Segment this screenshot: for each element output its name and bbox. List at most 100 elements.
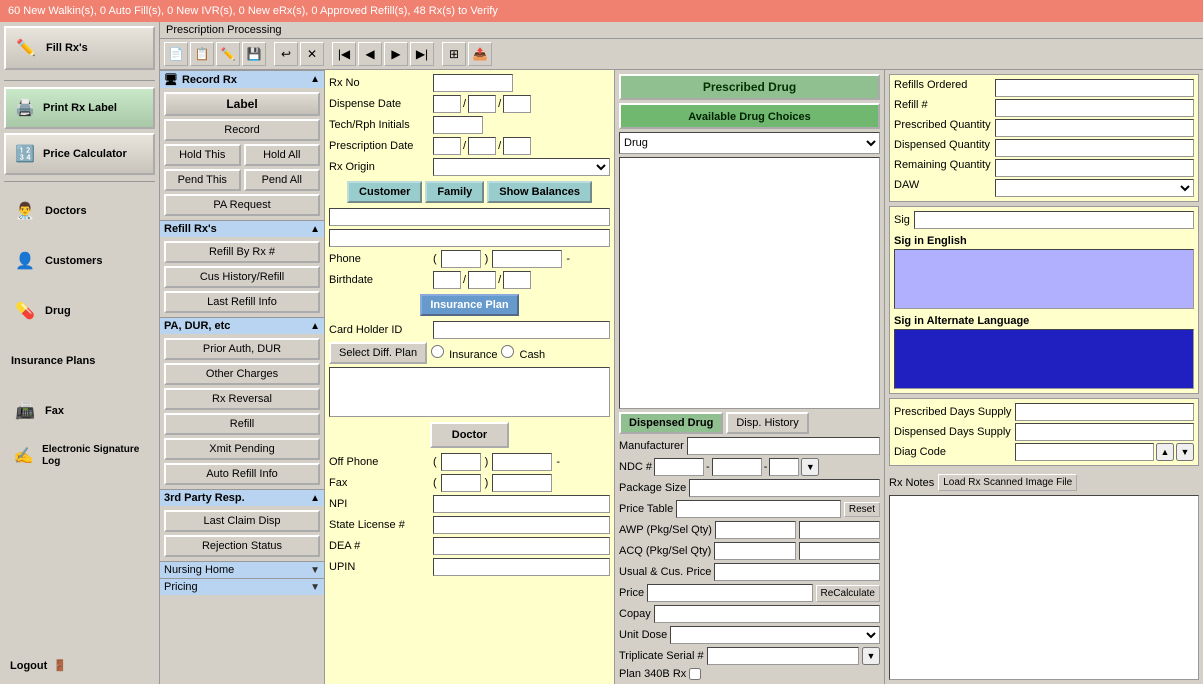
birth-month-input[interactable] — [433, 271, 461, 289]
awp-pkg-input[interactable] — [715, 521, 796, 539]
insurance-radio[interactable] — [431, 345, 444, 358]
npi-input[interactable] — [433, 495, 610, 513]
notes-textarea[interactable] — [329, 367, 610, 417]
presc-month-input[interactable] — [433, 137, 461, 155]
sidebar-item-esig[interactable]: ✍️ Electronic Signature Log — [4, 438, 155, 474]
fill-rx-button[interactable]: ✏️ Fill Rx's — [4, 26, 155, 70]
disp-history-button[interactable]: Disp. History — [726, 412, 808, 434]
fax-number[interactable] — [492, 474, 552, 492]
record-button[interactable]: Record — [164, 119, 320, 141]
drug-listbox[interactable] — [619, 157, 880, 409]
diag-code-btn2[interactable]: ▼ — [1176, 443, 1194, 461]
unit-dose-select[interactable] — [670, 626, 880, 644]
logout-button[interactable]: Logout 🚪 — [4, 651, 155, 680]
tb-last-btn[interactable]: ▶| — [410, 42, 434, 66]
tb-prev-btn[interactable]: ◀ — [358, 42, 382, 66]
birth-day-input[interactable] — [468, 271, 496, 289]
state-license-input[interactable] — [433, 516, 610, 534]
package-size-input[interactable] — [689, 479, 880, 497]
birth-year-input[interactable] — [503, 271, 531, 289]
acq-pkg-input[interactable] — [714, 542, 795, 560]
ndc-part1-input[interactable] — [654, 458, 704, 476]
price-calculator-button[interactable]: 🔢 Price Calculator — [4, 133, 155, 175]
customer-address-input[interactable] — [329, 229, 610, 247]
off-phone-number[interactable] — [492, 453, 552, 471]
cus-history-button[interactable]: Cus History/Refill — [164, 266, 320, 288]
sidebar-item-fax[interactable]: 📠 Fax — [4, 388, 155, 434]
tb-edit-btn[interactable]: ✏️ — [216, 42, 240, 66]
pa-request-button[interactable]: PA Request — [164, 194, 320, 216]
dispense-year-input[interactable] — [503, 95, 531, 113]
price-input[interactable] — [647, 584, 812, 602]
sig-alt-area[interactable] — [894, 329, 1194, 389]
ndc-part2-input[interactable] — [712, 458, 762, 476]
rx-notes-textarea[interactable] — [889, 495, 1199, 680]
acq-sel-input[interactable] — [799, 542, 880, 560]
last-refill-button[interactable]: Last Refill Info — [164, 291, 320, 313]
insurance-radio-label[interactable]: Insurance — [431, 345, 497, 361]
hold-all-button[interactable]: Hold All — [244, 144, 321, 166]
label-button[interactable]: Label — [164, 92, 320, 116]
family-button[interactable]: Family — [425, 181, 484, 203]
doctor-button[interactable]: Doctor — [430, 422, 509, 448]
presc-year-input[interactable] — [503, 137, 531, 155]
upin-input[interactable] — [433, 558, 610, 576]
tb-delete-btn[interactable]: ✕ — [300, 42, 324, 66]
rejection-status-button[interactable]: Rejection Status — [164, 535, 320, 557]
off-phone-area[interactable] — [441, 453, 481, 471]
hold-this-button[interactable]: Hold This — [164, 144, 241, 166]
refill-num-input[interactable] — [995, 99, 1194, 117]
awp-sel-input[interactable] — [799, 521, 880, 539]
third-party-section-header[interactable]: 3rd Party Resp. ▲ — [160, 489, 324, 506]
select-diff-plan-button[interactable]: Select Diff. Plan — [329, 342, 427, 364]
refill-button[interactable]: Refill — [164, 413, 320, 435]
diag-code-input[interactable] — [1015, 443, 1154, 461]
tb-new-btn[interactable]: 📄 — [164, 42, 188, 66]
dispense-month-input[interactable] — [433, 95, 461, 113]
insurance-plan-button[interactable]: Insurance Plan — [420, 294, 518, 316]
rx-origin-select[interactable] — [433, 158, 610, 176]
phone-area-input[interactable] — [441, 250, 481, 268]
customer-name-input[interactable] — [329, 208, 610, 226]
last-claim-disp-button[interactable]: Last Claim Disp — [164, 510, 320, 532]
recalculate-button[interactable]: ReCalculate — [816, 585, 880, 602]
refills-ordered-input[interactable] — [995, 79, 1194, 97]
tb-copy-btn[interactable]: 📋 — [190, 42, 214, 66]
dispensed-days-input[interactable] — [1015, 423, 1194, 441]
load-rx-button[interactable]: Load Rx Scanned Image File — [938, 474, 1077, 491]
tb-first-btn[interactable]: |◀ — [332, 42, 356, 66]
sig-english-area[interactable] — [894, 249, 1194, 309]
cash-radio[interactable] — [501, 345, 514, 358]
nursing-home-section[interactable]: Nursing Home ▼ — [160, 561, 324, 578]
tb-save-btn[interactable]: 💾 — [242, 42, 266, 66]
refill-rx-section-header[interactable]: Refill Rx's ▲ — [160, 220, 324, 237]
triplicate-search-btn[interactable]: ▼ — [862, 647, 880, 665]
refill-by-rx-button[interactable]: Refill By Rx # — [164, 241, 320, 263]
presc-day-input[interactable] — [468, 137, 496, 155]
print-rx-button[interactable]: 🖨️ Print Rx Label — [4, 87, 155, 129]
tb-next-btn[interactable]: ▶ — [384, 42, 408, 66]
fax-area[interactable] — [441, 474, 481, 492]
pricing-section[interactable]: Pricing ▼ — [160, 578, 324, 595]
sidebar-item-drug[interactable]: 💊 Drug — [4, 288, 155, 334]
rx-no-input[interactable] — [433, 74, 513, 92]
plan-340b-checkbox[interactable] — [689, 668, 701, 680]
sidebar-item-customers[interactable]: 👤 Customers — [4, 238, 155, 284]
sidebar-item-doctors[interactable]: 👨‍⚕️ Doctors — [4, 188, 155, 234]
prior-auth-button[interactable]: Prior Auth, DUR — [164, 338, 320, 360]
pend-this-button[interactable]: Pend This — [164, 169, 241, 191]
dispense-day-input[interactable] — [468, 95, 496, 113]
drug-dropdown[interactable]: Drug — [619, 132, 880, 154]
triplicate-input[interactable] — [707, 647, 859, 665]
usual-cus-price-input[interactable] — [714, 563, 880, 581]
ndc-search-btn[interactable]: ▼ — [801, 458, 819, 476]
other-charges-button[interactable]: Other Charges — [164, 363, 320, 385]
pend-all-button[interactable]: Pend All — [244, 169, 321, 191]
rx-reversal-button[interactable]: Rx Reversal — [164, 388, 320, 410]
sidebar-item-insurance[interactable]: Insurance Plans — [4, 338, 155, 384]
price-table-input[interactable] — [676, 500, 841, 518]
diag-code-btn1[interactable]: ▲ — [1156, 443, 1174, 461]
dispensed-qty-input[interactable] — [995, 139, 1194, 157]
customer-button[interactable]: Customer — [347, 181, 422, 203]
show-balances-button[interactable]: Show Balances — [487, 181, 592, 203]
